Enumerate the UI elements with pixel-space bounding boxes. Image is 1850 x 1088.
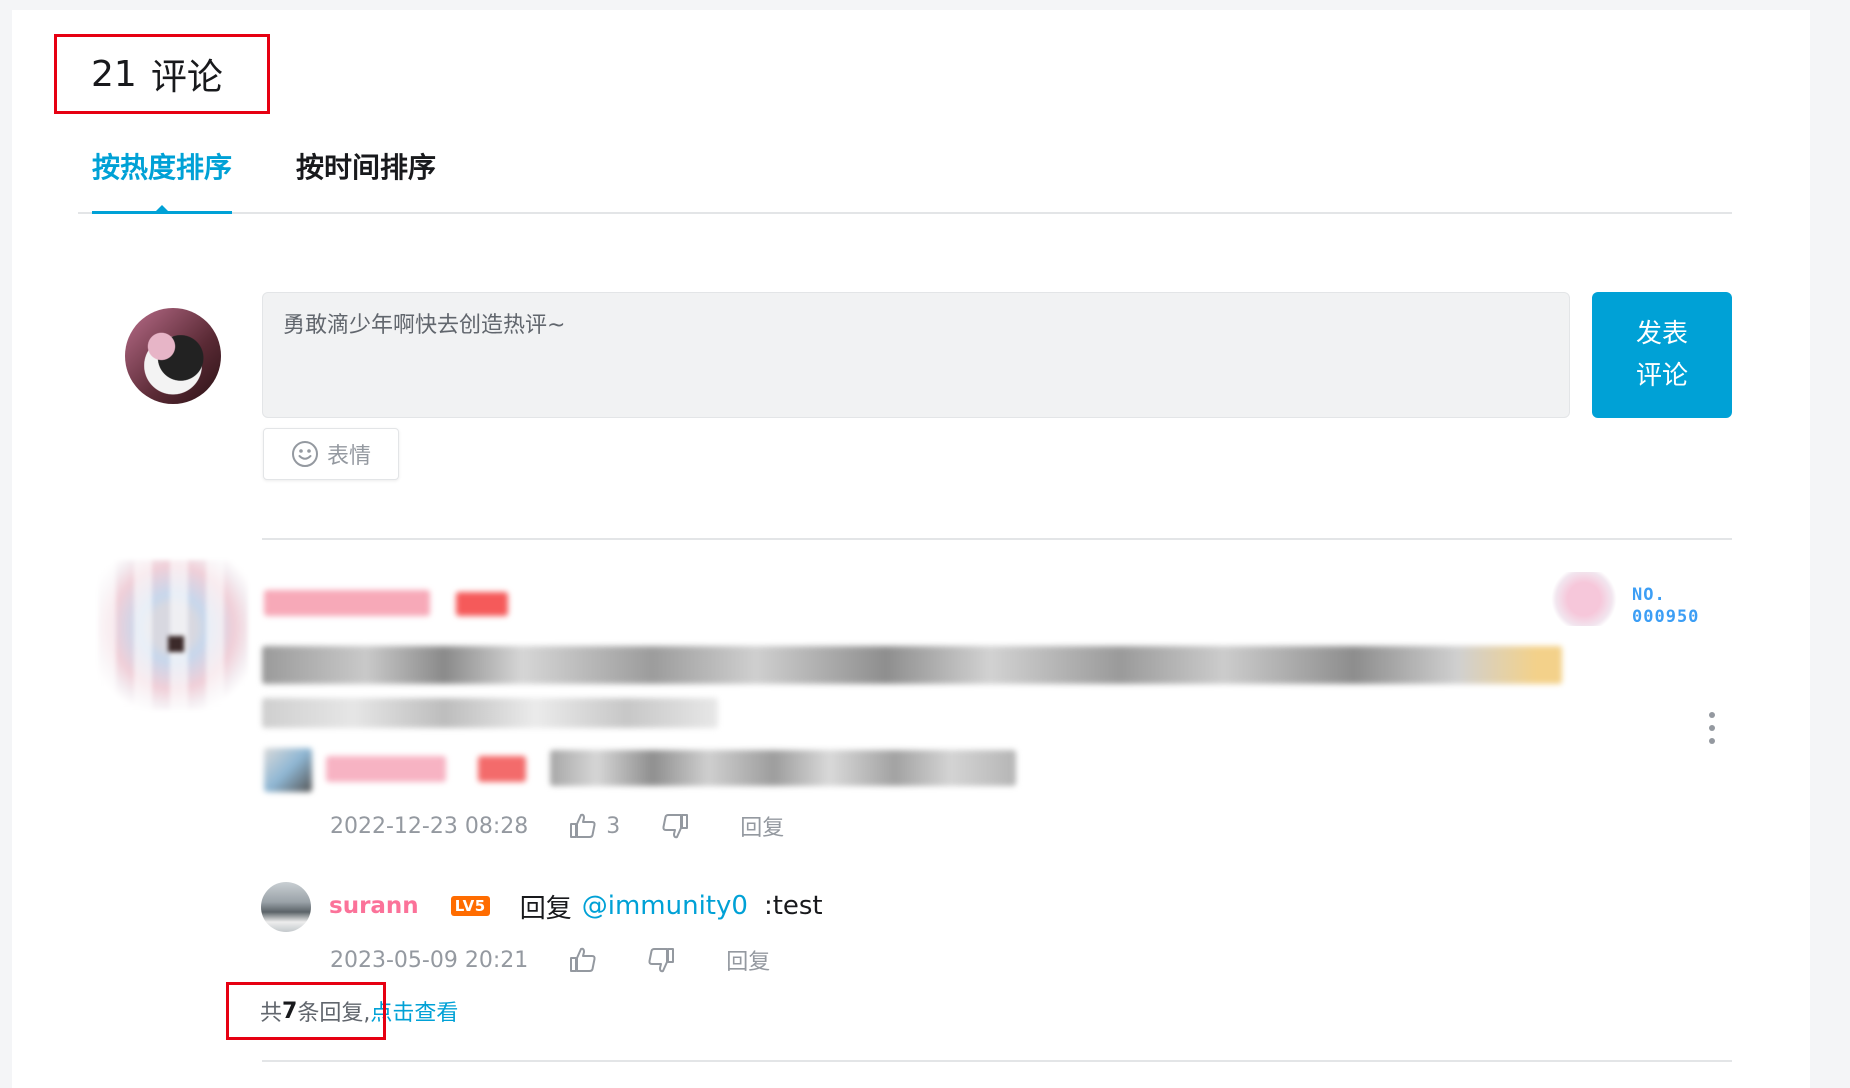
commenter-username-blurred[interactable] [264, 590, 430, 616]
comment-input[interactable]: 勇敢滴少年啊快去创造热评~ [262, 292, 1570, 418]
reply-reply-button[interactable]: 回复 [726, 944, 770, 976]
reply-meta: 2023-05-09 20:21 回复 [330, 944, 770, 976]
reply-summary-prefix: 共 [260, 1001, 283, 1026]
comment-like-button[interactable]: 3 [568, 811, 620, 841]
reply-summary-suffix: 条回复, [297, 1001, 371, 1026]
reply-level-badge: LV5 [450, 896, 490, 916]
reply-like-button[interactable] [568, 945, 606, 975]
fan-badge-image [1546, 572, 1622, 626]
fan-badge-value: 000950 [1632, 607, 1700, 627]
thumbs-up-icon [570, 813, 596, 838]
reply-dislike-button[interactable] [646, 945, 676, 975]
reply-user-avatar[interactable] [261, 882, 311, 932]
active-tab-underline [92, 211, 232, 214]
submit-label-line1: 发表 [1635, 319, 1688, 349]
tab-sort-hot[interactable]: 按热度排序 [92, 148, 232, 188]
reply-content-line: surann LV5 回复 @immunity0 :test [329, 886, 823, 926]
thumbs-down-icon [648, 948, 675, 973]
comment-like-count: 3 [606, 813, 621, 839]
comment-count-header: 21 评论 [54, 34, 270, 114]
commenter-avatar-detail [168, 636, 184, 652]
fan-badge-number: NO. 000950 [1632, 584, 1699, 628]
comment-count: 21 [91, 53, 137, 95]
reply-mention-link[interactable]: @immunity0 [582, 891, 748, 921]
emoji-label: 表情 [326, 444, 371, 469]
comment-text-blurred-line1 [262, 646, 1562, 684]
sort-tabs: 按热度排序 按时间排序 [78, 148, 1732, 214]
reply-time: 2023-05-09 20:21 [330, 947, 529, 973]
current-user-avatar[interactable] [125, 308, 221, 404]
comment-count-label: 评论 [150, 57, 223, 98]
active-tab-caret [156, 205, 168, 211]
comment-time: 2022-12-23 08:28 [330, 813, 529, 839]
inline-mention-level-blurred [478, 756, 526, 782]
inline-mention-text-blurred [550, 750, 1016, 786]
commenter-avatar[interactable] [98, 560, 248, 710]
reply-username[interactable]: surann [329, 893, 419, 919]
more-options-icon[interactable] [1708, 712, 1716, 744]
comment-reply-button[interactable]: 回复 [740, 810, 784, 842]
reply-summary: 共 7 条回复, 点击查看 [226, 982, 458, 1040]
smile-icon [291, 441, 318, 467]
emoji-button[interactable]: 表情 [263, 428, 399, 480]
reply-prefix: 回复 [519, 893, 572, 924]
comment-input-placeholder: 勇敢滴少年啊快去创造热评~ [283, 313, 566, 338]
submit-comment-button[interactable]: 发表 评论 [1592, 292, 1732, 418]
submit-label-line2: 评论 [1635, 361, 1688, 391]
fan-badge-prefix: NO. [1632, 585, 1666, 605]
inline-mention-name-blurred [326, 756, 446, 782]
divider-bottom [262, 1060, 1732, 1062]
thumbs-up-icon [570, 947, 596, 972]
commenter-level-blurred [456, 592, 508, 616]
reply-summary-count: 7 [282, 998, 298, 1024]
thumbs-down-icon [662, 814, 689, 839]
comment-meta: 2022-12-23 08:28 3 回复 [330, 810, 784, 842]
reply-text: :test [763, 891, 823, 921]
view-replies-link[interactable]: 点击查看 [370, 995, 458, 1027]
tab-sort-time[interactable]: 按时间排序 [296, 148, 436, 188]
comment-dislike-button[interactable] [660, 811, 690, 841]
divider-top [262, 538, 1732, 540]
inline-mention-avatar-blurred [264, 748, 312, 792]
comment-text-blurred-line2 [262, 698, 718, 728]
